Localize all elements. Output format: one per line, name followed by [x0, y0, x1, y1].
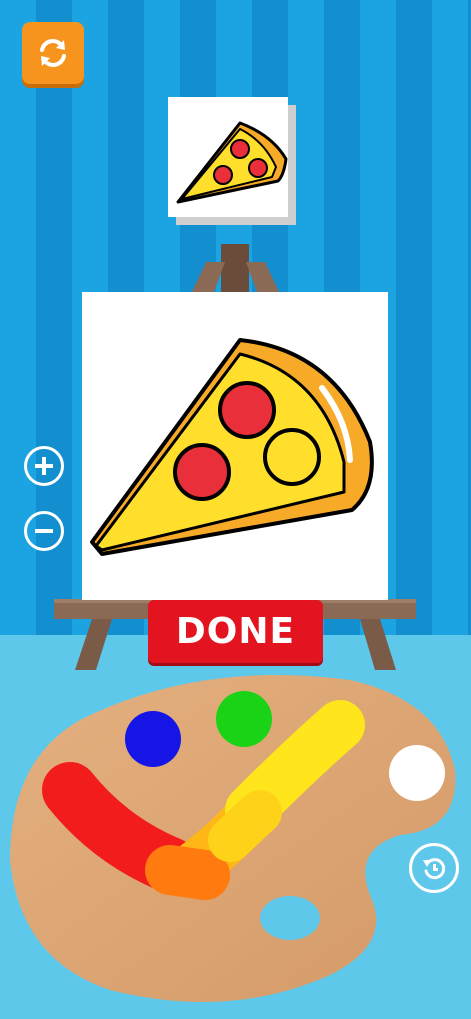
paint-green[interactable]	[216, 691, 272, 747]
paint-white[interactable]	[389, 745, 445, 801]
palette-board	[10, 675, 456, 1002]
done-button[interactable]: DONE	[148, 600, 323, 663]
undo-icon	[423, 858, 446, 880]
undo-button[interactable]	[409, 843, 459, 893]
paint-blue[interactable]	[125, 711, 181, 767]
